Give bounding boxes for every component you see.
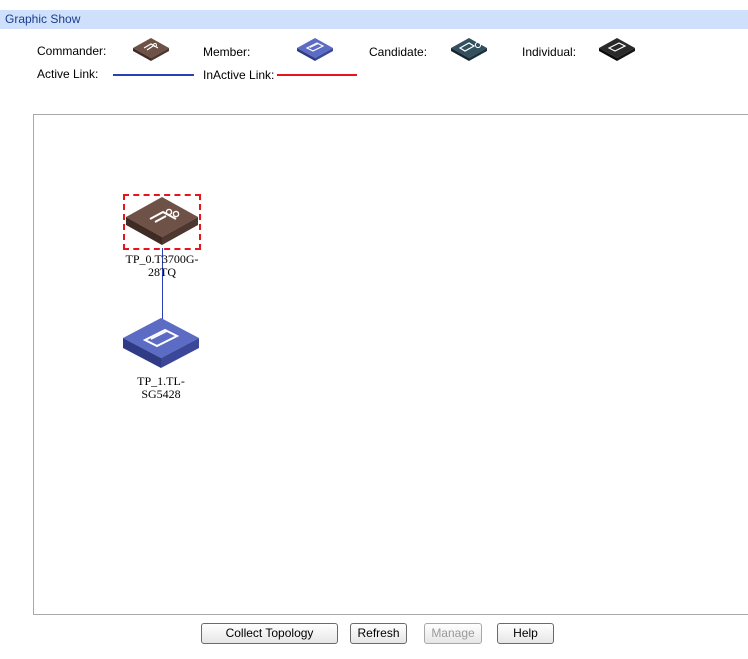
node-label-line: 28TQ <box>148 265 176 279</box>
commander-legend-label: Commander: <box>37 44 107 58</box>
inactive-link-legend-label: InActive Link: <box>203 68 275 82</box>
commander-switch-icon[interactable] <box>124 195 200 249</box>
refresh-button[interactable]: Refresh <box>350 623 407 644</box>
help-button[interactable]: Help <box>497 623 554 644</box>
collect-topology-button[interactable]: Collect Topology <box>201 623 338 644</box>
active-link-legend-label: Active Link: <box>37 67 99 81</box>
topology-canvas[interactable]: TP_0.T3700G- 28TQ TP_1.TL- SG5428 <box>33 114 748 615</box>
member-switch-icon[interactable] <box>121 316 201 372</box>
section-header: Graphic Show <box>0 10 748 29</box>
individual-switch-icon <box>599 38 635 61</box>
section-title: Graphic Show <box>5 12 81 26</box>
active-link-legend-line <box>113 74 194 76</box>
candidate-switch-icon <box>451 38 487 61</box>
inactive-link-legend-line <box>277 74 357 76</box>
individual-legend-label: Individual: <box>522 45 577 59</box>
commander-node-label: TP_0.T3700G- 28TQ <box>112 253 212 279</box>
candidate-legend-label: Candidate: <box>369 45 428 59</box>
member-node-label: TP_1.TL- SG5428 <box>111 375 211 401</box>
manage-button[interactable]: Manage <box>424 623 482 644</box>
member-switch-icon <box>297 38 333 61</box>
node-label-line: SG5428 <box>141 387 181 401</box>
commander-switch-icon <box>133 38 169 61</box>
member-legend-label: Member: <box>203 45 251 59</box>
